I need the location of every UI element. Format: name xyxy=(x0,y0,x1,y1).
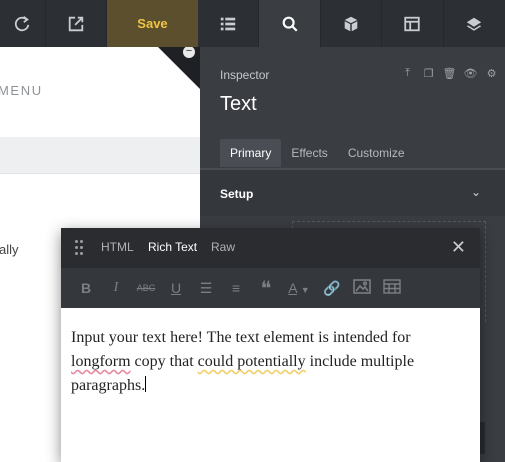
cube-icon xyxy=(344,16,358,31)
grammar-highlight: could potentially xyxy=(197,353,306,370)
setup-section-header[interactable]: Setup ⌄ xyxy=(200,170,505,216)
spellcheck-word: longform xyxy=(71,353,131,370)
tab-effects[interactable]: Effects xyxy=(281,139,337,167)
editor-tab-rich-text[interactable]: Rich Text xyxy=(148,240,197,254)
list-icon xyxy=(221,17,236,30)
rich-text-content[interactable]: Input your text here! The text element i… xyxy=(61,308,480,462)
strikethrough-icon[interactable]: ABC xyxy=(131,283,161,293)
menu-label[interactable]: MENU xyxy=(0,83,43,98)
inspector-title: Text xyxy=(220,93,257,115)
trash-icon[interactable]: 🗑 xyxy=(442,67,457,80)
editor-header: HTML Rich Text Raw ✕ xyxy=(61,228,480,268)
link-icon[interactable]: 🔗 xyxy=(317,280,347,297)
canvas-partial-text: ally xyxy=(0,242,19,257)
search-icon xyxy=(282,16,298,32)
inspector-button[interactable] xyxy=(259,0,321,47)
numbered-list-icon[interactable]: ≡ xyxy=(221,280,251,296)
inspector-tabs: Primary Effects Customize xyxy=(220,139,415,167)
image-icon[interactable] xyxy=(347,279,377,297)
top-toolbar: Save xyxy=(0,0,505,47)
tab-customize[interactable]: Customize xyxy=(338,139,415,167)
refresh-button[interactable] xyxy=(0,0,46,47)
italic-icon[interactable]: I xyxy=(101,280,131,296)
text-run: Input your text here! The text element i… xyxy=(71,329,411,346)
menu-bar[interactable]: MENU − xyxy=(0,47,200,137)
drag-handle-icon[interactable] xyxy=(75,240,85,256)
external-link-icon xyxy=(68,16,83,31)
layers-icon xyxy=(467,17,482,31)
preview-button[interactable] xyxy=(46,0,107,47)
editor-tab-html[interactable]: HTML xyxy=(101,240,134,254)
bullet-list-icon[interactable]: ☰ xyxy=(191,280,221,297)
formatting-toolbar: B I ABC U ☰ ≡ ❝ A ▼ 🔗 xyxy=(61,268,480,308)
chevron-down-icon[interactable]: ⌄ xyxy=(471,185,481,199)
text-run: copy that xyxy=(130,353,198,370)
layout-icon xyxy=(404,16,421,31)
eye-icon[interactable]: 👁 xyxy=(463,67,478,80)
close-icon[interactable]: ✕ xyxy=(451,237,466,258)
layers-button[interactable] xyxy=(444,0,505,47)
bold-icon[interactable]: B xyxy=(71,280,101,296)
text-editor-modal: HTML Rich Text Raw ✕ B I ABC U ☰ ≡ ❝ A ▼… xyxy=(61,228,480,462)
outline-button[interactable] xyxy=(198,0,260,47)
quote-icon[interactable]: ❝ xyxy=(251,276,281,301)
layout-button[interactable] xyxy=(382,0,444,47)
text-caret xyxy=(145,376,147,392)
save-button[interactable]: Save xyxy=(106,0,199,47)
move-up-icon[interactable]: ⤒ xyxy=(400,67,415,80)
setup-label: Setup xyxy=(220,187,254,201)
tab-primary[interactable]: Primary xyxy=(220,139,282,167)
editor-tab-raw[interactable]: Raw xyxy=(211,240,235,254)
inspector-actions: ⤒ ❐ 🗑 👁 ⚙ xyxy=(400,67,499,80)
inspector-label: Inspector xyxy=(220,68,270,82)
table-icon[interactable] xyxy=(377,279,407,297)
text-color-icon[interactable]: A ▼ xyxy=(281,280,317,296)
canvas-section-band xyxy=(0,137,200,174)
refresh-icon xyxy=(15,15,30,31)
duplicate-icon[interactable]: ❐ xyxy=(421,67,436,80)
underline-icon[interactable]: U xyxy=(161,280,191,296)
gear-icon[interactable]: ⚙ xyxy=(484,67,499,80)
elements-button[interactable] xyxy=(321,0,383,47)
